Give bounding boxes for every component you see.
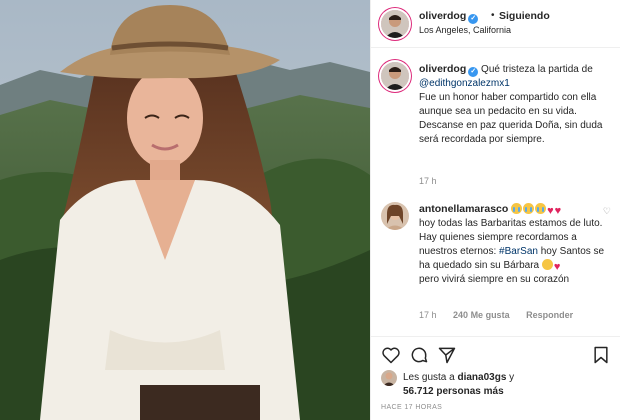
post-header: oliverdog ✓ • Siguiendo Los Angeles, Cali… [371, 0, 620, 48]
likes-prefix: Les gusta a [403, 372, 458, 383]
caption-username[interactable]: oliverdog [419, 63, 466, 75]
caption-author-avatar[interactable] [381, 62, 409, 90]
author-avatar[interactable] [381, 10, 409, 38]
commenter-avatar[interactable] [381, 202, 409, 230]
likes-line-1: Les gusta a diana03gs y [403, 372, 514, 383]
comment-item: antonellamarasco ♥♥ hoy todas las Barbar… [381, 202, 611, 330]
liker-username[interactable]: diana03gs [457, 372, 506, 383]
share-paper-plane-icon[interactable] [437, 345, 457, 365]
like-heart-icon[interactable] [381, 345, 401, 365]
caption-verified-badge-icon: ✓ [468, 67, 479, 77]
caption-body: Fue un honor haber compartido con ella a… [419, 92, 597, 117]
caption-intro: Qué tristeza la partida de [478, 64, 593, 75]
caption-text: oliverdog ✓ Qué tristeza la partida de @e… [419, 62, 609, 147]
comment-bubble-icon[interactable] [409, 345, 429, 365]
save-bookmark-icon[interactable] [591, 345, 611, 365]
likes-line-2[interactable]: 56.712 personas más [403, 386, 504, 397]
liker-avatar[interactable] [381, 370, 397, 386]
likes-suffix[interactable]: personas más [434, 386, 503, 397]
sad-face-emoji-icon [541, 259, 553, 270]
commenter-username[interactable]: antonellamarasco [419, 203, 508, 215]
likes-count[interactable]: 56.712 [403, 386, 434, 397]
following-button[interactable]: Siguiendo [499, 10, 550, 22]
comment-likes-count[interactable]: 240 Me gusta [453, 310, 510, 320]
post-photo[interactable] [0, 0, 370, 420]
comment-body-3: pero vivirá siempre en su corazón [419, 274, 570, 285]
caption: oliverdog ✓ Qué tristeza la partida de @e… [381, 62, 611, 186]
separator-dot: • [491, 10, 495, 21]
red-heart-emoji-icon: ♥ [554, 205, 562, 217]
caption-mention-link[interactable]: @edithgonzalezmx1 [419, 78, 510, 89]
comment-time[interactable]: 17 h [419, 310, 437, 320]
caption-ending: Descanse en paz querida Doña, sin duda s… [419, 120, 603, 145]
comment-meta: 17 h 240 Me gusta Responder [419, 310, 587, 320]
post-location[interactable]: Los Angeles, California [419, 25, 511, 35]
post-details-panel: oliverdog ✓ • Siguiendo Los Angeles, Cali… [370, 0, 620, 420]
caption-meta: 17 h [419, 176, 451, 186]
comment-like-heart-icon[interactable]: ♡ [603, 206, 611, 217]
red-heart-emoji-icon: ♥ [553, 261, 561, 273]
hashtag-link[interactable]: #BarSan [499, 246, 538, 257]
crying-face-emoji-icon [511, 203, 523, 214]
post-timestamp[interactable]: HACE 17 HORAS [381, 404, 442, 411]
action-bar [371, 336, 620, 370]
likes-summary: Les gusta a diana03gs y 56.712 personas … [381, 370, 611, 400]
crying-face-emoji-icon [523, 203, 535, 214]
verified-badge-icon: ✓ [468, 14, 479, 24]
author-username[interactable]: oliverdog ✓ [419, 10, 479, 24]
comment-text: antonellamarasco ♥♥ hoy todas las Barbar… [419, 202, 609, 287]
crying-face-emoji-icon [535, 203, 547, 214]
likes-and: y [506, 372, 515, 383]
red-heart-emoji-icon: ♥ [547, 205, 554, 217]
reply-button[interactable]: Responder [526, 310, 573, 320]
post-photo-illustration [0, 0, 370, 420]
caption-time[interactable]: 17 h [419, 176, 437, 186]
